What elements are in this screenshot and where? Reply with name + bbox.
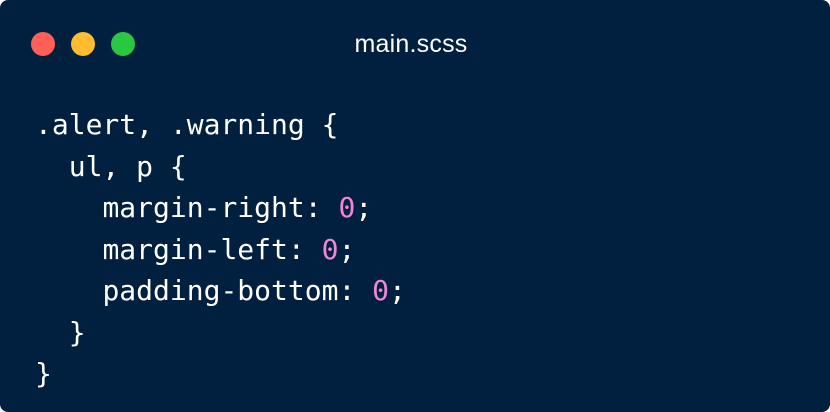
- code-text: .alert, .warning {: [35, 108, 339, 141]
- code-block: .alert, .warning { ul, p { margin-right:…: [35, 104, 406, 395]
- code-number: 0: [321, 232, 339, 266]
- code-line: margin-left: 0;: [35, 229, 406, 271]
- code-punctuation: ;: [338, 232, 356, 266]
- code-line: margin-right: 0;: [35, 187, 406, 229]
- code-text: }: [68, 315, 86, 349]
- code-line: }: [35, 312, 406, 354]
- code-text: padding-bottom:: [102, 274, 373, 307]
- window-title: main.scss: [354, 30, 468, 58]
- code-window: main.scss .alert, .warning { ul, p { mar…: [0, 0, 830, 412]
- window-titlebar: main.scss: [0, 0, 830, 88]
- code-text: }: [35, 357, 52, 390]
- code-number: 0: [338, 191, 356, 224]
- code-punctuation: ;: [355, 191, 373, 224]
- code-text: margin-right:: [102, 191, 339, 224]
- code-text: margin-left:: [102, 232, 322, 266]
- code-line: .alert, .warning {: [35, 104, 406, 146]
- code-text: ul, p {: [68, 149, 187, 183]
- code-punctuation: ;: [389, 274, 406, 307]
- code-line: }: [35, 353, 406, 395]
- code-line: ul, p {: [35, 146, 406, 188]
- code-line: padding-bottom: 0;: [35, 270, 406, 312]
- code-number: 0: [372, 274, 390, 307]
